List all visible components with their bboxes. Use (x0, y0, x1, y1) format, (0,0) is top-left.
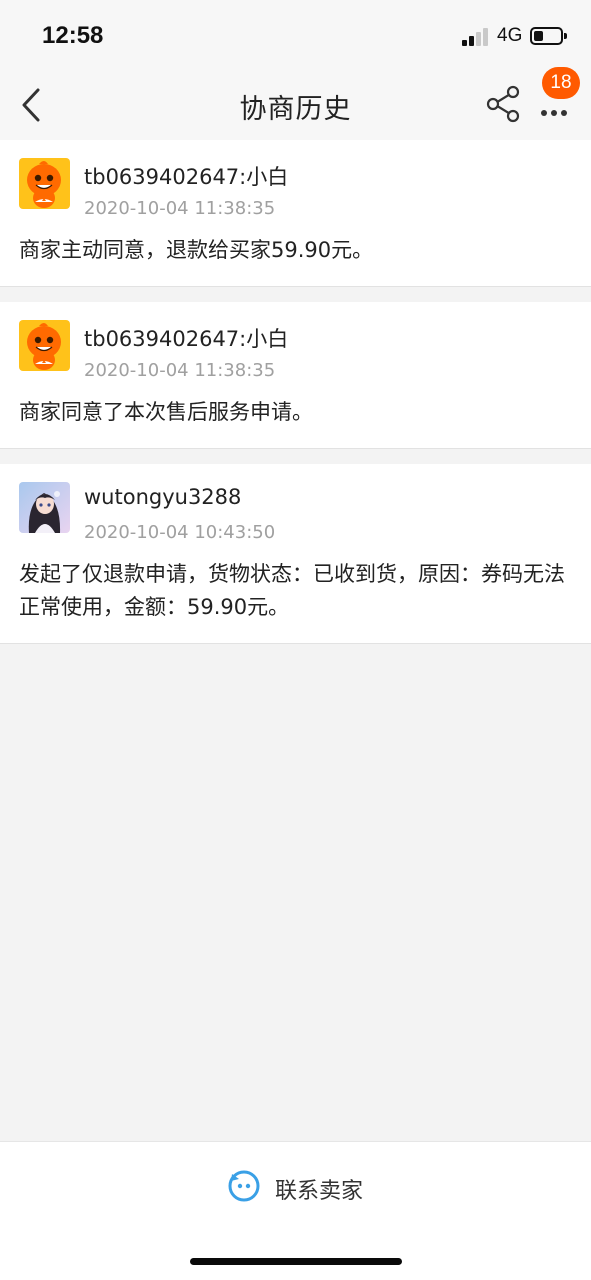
record-timestamp: 2020-10-04 11:38:35 (84, 360, 276, 381)
share-button[interactable] (484, 84, 522, 124)
history-record: tb0639402647:小白 2020-10-04 11:38:35 商家主动… (0, 140, 591, 287)
history-record: wutongyu3288 2020-10-04 10:43:50 发起了仅退款申… (0, 464, 591, 644)
anime-girl-avatar (19, 482, 70, 533)
notification-badge: 18 (542, 67, 580, 99)
more-icon (541, 101, 571, 120)
status-time: 12:58 (42, 22, 104, 49)
share-icon (486, 85, 520, 123)
signal-icon (462, 26, 492, 46)
contact-seller-button[interactable]: 联系卖家 (222, 1164, 372, 1208)
orange-mascot-icon (19, 158, 70, 209)
contact-seller-label: 联系卖家 (275, 1179, 364, 1204)
network-type: 4G (497, 25, 523, 46)
record-author: wutongyu3288 (84, 485, 242, 509)
record-author: tb0639402647:小白 (84, 327, 289, 351)
nav-bar: 协商历史 (0, 70, 591, 140)
record-author: tb0639402647:小白 (84, 165, 289, 189)
history-record: tb0639402647:小白 2020-10-04 11:38:35 商家同意… (0, 302, 591, 449)
battery-icon (530, 27, 567, 45)
record-message: 商家同意了本次售后服务申请。 (19, 400, 313, 424)
record-message: 发起了仅退款申请，货物状态：已收到货，原因：券码无法正常使用，金额：59.90元… (19, 562, 565, 619)
record-timestamp: 2020-10-04 11:38:35 (84, 198, 276, 219)
home-indicator[interactable] (190, 1258, 402, 1265)
chat-bot-icon (228, 1170, 260, 1202)
record-timestamp: 2020-10-04 10:43:50 (84, 522, 276, 543)
status-bar: 12:58 4G (0, 0, 591, 70)
orange-mascot-icon (19, 320, 70, 371)
record-message: 商家主动同意，退款给买家59.90元。 (19, 238, 374, 262)
